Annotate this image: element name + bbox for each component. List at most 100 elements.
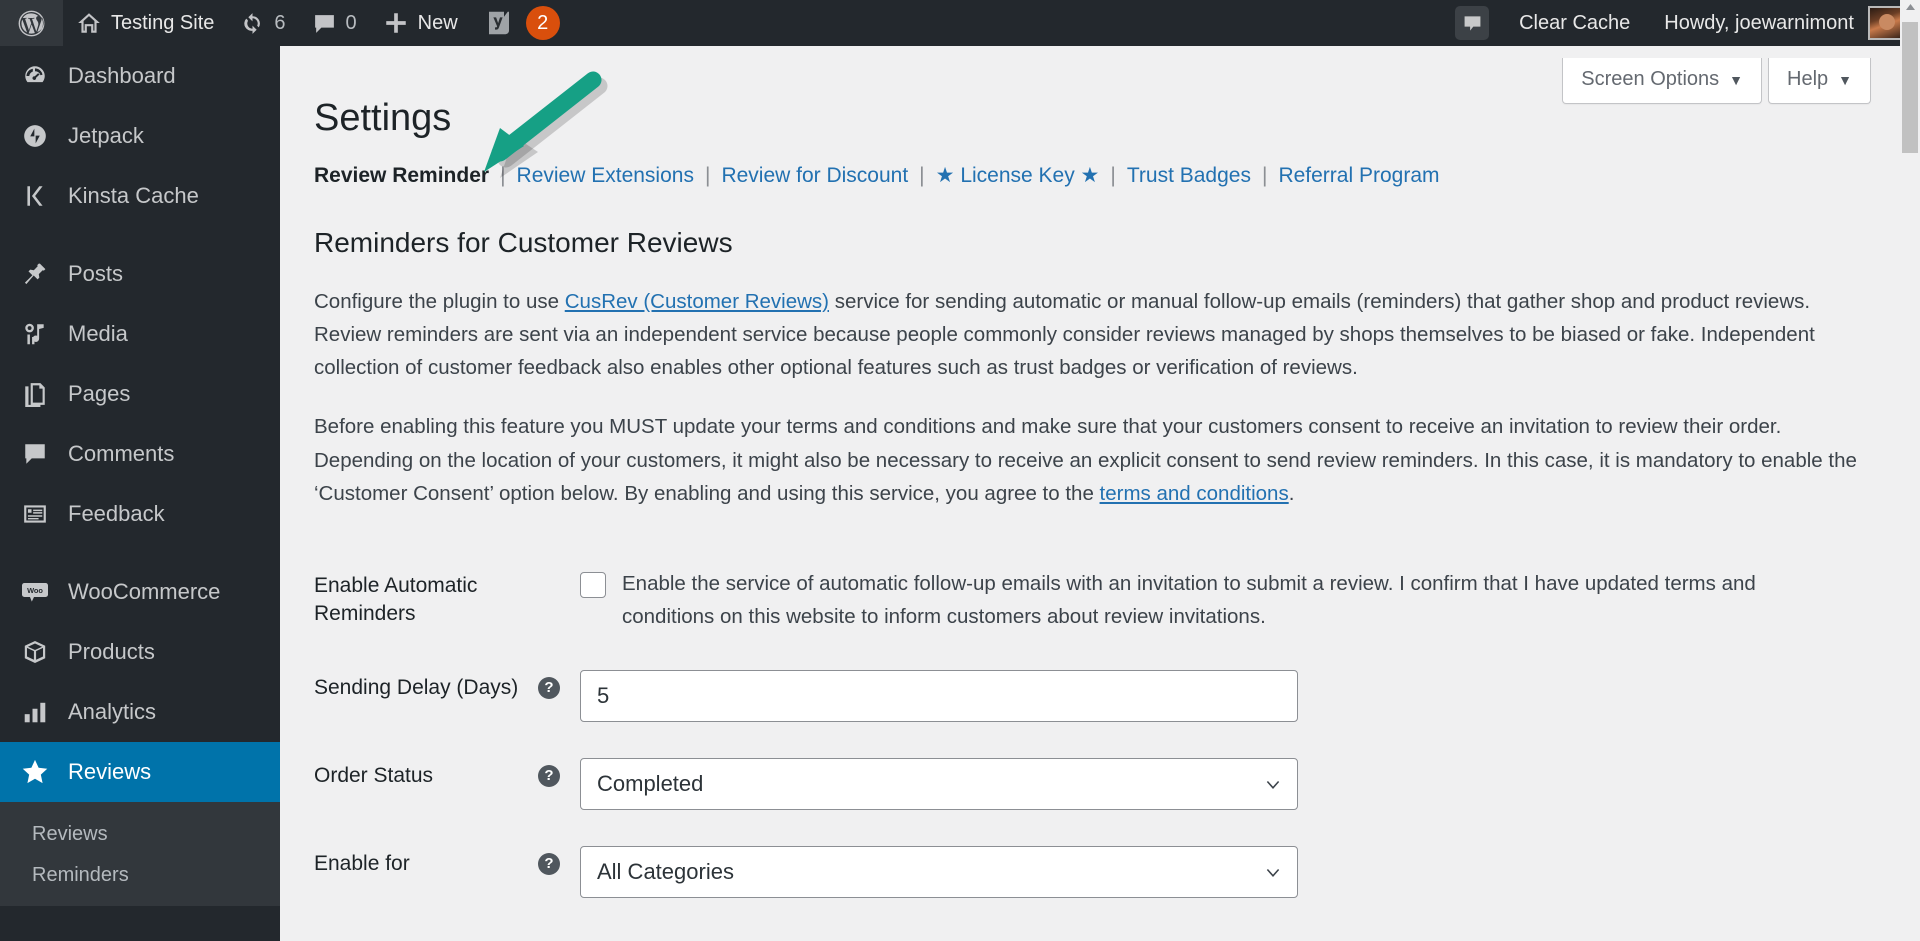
scrollbar-thumb[interactable] (1902, 22, 1918, 153)
sidebar-item-posts[interactable]: Posts (0, 244, 280, 304)
sidebar-separator (0, 226, 280, 244)
enable-for-select[interactable]: All Categories (580, 845, 1298, 898)
order-status-select[interactable]: Completed (580, 757, 1298, 810)
sidebar-item-media[interactable]: Media (0, 304, 280, 364)
field-row-enable-automatic-reminders: Enable Automatic Reminders Enable the se… (280, 550, 1893, 652)
field-row-sending-delay: Sending Delay (Days) ? (280, 652, 1893, 740)
yoast-menu[interactable]: 2 (471, 0, 573, 46)
help-button[interactable]: Help ▼ (1768, 58, 1871, 104)
comments-icon (18, 441, 52, 467)
screen-options-label: Screen Options (1581, 68, 1720, 90)
enable-automatic-reminders-checkbox[interactable] (580, 572, 606, 598)
screen-meta-links: Screen Options ▼ Help ▼ (1562, 58, 1871, 104)
clear-cache-label: Clear Cache (1519, 11, 1631, 34)
sidebar-item-pages[interactable]: Pages (0, 364, 280, 424)
order-status-label: Order Status (314, 763, 434, 787)
field-row-enable-for: Enable for ? All Categories (280, 828, 1893, 916)
media-icon (18, 321, 52, 347)
sidebar-item-label: Analytics (68, 699, 157, 724)
plus-icon (383, 10, 409, 36)
sidebar-item-label: Comments (68, 441, 175, 466)
sidebar-separator (0, 544, 280, 562)
updates-menu[interactable]: 6 (227, 0, 298, 46)
chevron-down-icon: ▼ (1838, 71, 1852, 88)
wordpress-logo-menu[interactable] (0, 0, 63, 46)
tab-label: Review Reminder (314, 164, 490, 188)
sidebar-item-label: Feedback (68, 501, 165, 526)
tab-label: Referral Program (1278, 164, 1440, 188)
scroll-up-arrow-icon[interactable] (1904, 2, 1916, 12)
field-control-order-status: Completed (580, 740, 1893, 828)
field-label-enable-automatic-reminders: Enable Automatic Reminders (280, 550, 580, 652)
analytics-icon (18, 699, 52, 725)
updates-icon (240, 11, 265, 36)
tab-review-for-discount[interactable]: Review for Discount (721, 161, 908, 190)
site-name-menu[interactable]: Testing Site (63, 0, 227, 46)
star-icon (18, 758, 52, 786)
comments-menu[interactable]: 0 (299, 0, 370, 46)
new-content-menu[interactable]: New (370, 0, 471, 46)
jetpack-icon (18, 123, 52, 149)
feedback-icon (18, 501, 52, 527)
clear-cache-button[interactable]: Clear Cache (1499, 0, 1650, 46)
pin-icon (18, 261, 52, 287)
field-label-order-status: Order Status ? (280, 740, 580, 828)
svg-text:Woo: Woo (27, 586, 43, 595)
chevron-down-icon: ▼ (1729, 71, 1743, 88)
terms-and-conditions-link[interactable]: terms and conditions (1100, 482, 1289, 505)
sidebar-item-comments[interactable]: Comments (0, 424, 280, 484)
page-scrollbar[interactable] (1900, 0, 1920, 941)
cusrev-link[interactable]: CusRev (Customer Reviews) (565, 290, 829, 313)
dashboard-icon (18, 63, 52, 89)
avatar (1868, 6, 1902, 40)
tab-referral-program[interactable]: Referral Program (1278, 161, 1439, 190)
tab-trust-badges[interactable]: Trust Badges (1127, 161, 1251, 190)
enable-for-label: Enable for (314, 851, 410, 875)
sending-delay-input[interactable] (580, 669, 1298, 722)
sidebar-item-feedback[interactable]: Feedback (0, 484, 280, 544)
yoast-notification-count: 2 (525, 6, 560, 40)
field-control-enable-automatic-reminders: Enable the service of automatic follow-u… (580, 550, 1893, 652)
tab-review-extensions[interactable]: Review Extensions (517, 161, 694, 190)
new-content-label: New (417, 11, 458, 34)
help-icon[interactable]: ? (538, 852, 560, 875)
sidebar-item-reviews[interactable]: Reviews (0, 742, 296, 802)
sidebar-item-kinsta-cache[interactable]: Kinsta Cache (0, 166, 280, 226)
enable-auto-label: Enable Automatic Reminders (314, 574, 478, 626)
support-chat-button[interactable] (1445, 0, 1499, 46)
field-control-sending-delay (580, 652, 1893, 740)
sidebar-item-dashboard[interactable]: Dashboard (0, 46, 280, 106)
sidebar-item-label: Jetpack (68, 123, 144, 148)
sidebar-item-label: WooCommerce (68, 579, 221, 604)
intro-p2-text-b: . (1288, 481, 1295, 505)
tab-license-key[interactable]: ★ License Key ★ (936, 161, 1100, 190)
kinsta-icon (18, 183, 52, 209)
sidebar-item-products[interactable]: Products (0, 622, 280, 682)
sidebar-item-jetpack[interactable]: Jetpack (0, 106, 280, 166)
help-icon[interactable]: ? (538, 676, 560, 699)
admin-bar: Testing Site 6 0 New 2 Clear Cache Howdy… (0, 0, 1920, 46)
submenu-item-reviews[interactable]: Reviews (0, 814, 280, 855)
my-account-menu[interactable]: Howdy, joewarnimont (1650, 0, 1920, 46)
site-name-label: Testing Site (111, 11, 215, 34)
section-title: Reminders for Customer Reviews (314, 226, 733, 258)
sending-delay-label: Sending Delay (Days) (314, 675, 519, 699)
help-icon[interactable]: ? (538, 764, 560, 787)
intro-paragraph-2: Before enabling this feature you MUST up… (314, 410, 1859, 510)
settings-form-table: Enable Automatic Reminders Enable the se… (280, 550, 1893, 916)
sidebar-item-label: Dashboard (68, 63, 176, 88)
products-icon (18, 639, 52, 665)
tab-label: Review for Discount (721, 164, 909, 188)
sidebar-item-analytics[interactable]: Analytics (0, 682, 280, 742)
field-label-sending-delay: Sending Delay (Days) ? (280, 652, 580, 740)
field-row-order-status: Order Status ? Completed (280, 740, 1893, 828)
sidebar-item-label: Pages (68, 381, 131, 406)
admin-sidebar-menu: Dashboard Jetpack Kinsta Cache Posts Media Pa… (0, 46, 296, 941)
submenu-item-reminders[interactable]: Reminders (0, 855, 280, 896)
tab-review-reminder[interactable]: Review Reminder (314, 161, 489, 190)
screen-options-button[interactable]: Screen Options ▼ (1562, 58, 1762, 104)
content-area: Screen Options ▼ Help ▼ Settings Review … (280, 46, 1893, 941)
field-control-enable-for: All Categories (580, 828, 1893, 916)
yoast-icon (484, 8, 514, 38)
sidebar-item-woocommerce[interactable]: Woo WooCommerce (0, 562, 280, 622)
